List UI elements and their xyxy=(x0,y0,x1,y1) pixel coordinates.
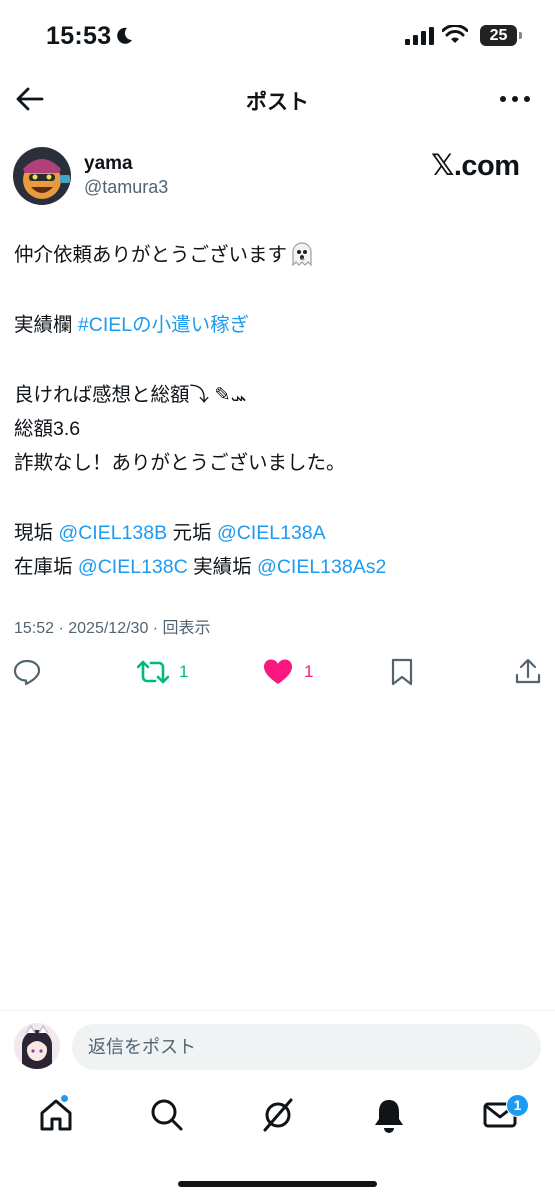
grok-icon[interactable] xyxy=(260,1097,296,1133)
mention-link[interactable]: @CIEL138A xyxy=(217,522,326,544)
hashtag-link[interactable]: #CIELの小遣い稼ぎ xyxy=(78,314,249,336)
post-line-text: 仲介依頼ありがとうございます xyxy=(14,244,288,266)
messages-badge: 1 xyxy=(506,1094,529,1117)
action-bar: 1 1 xyxy=(0,652,555,692)
post-detail-screen: 15:53 25 ポスト yama @tamura3 𝕏.com 仲介依頼ありが… xyxy=(0,0,555,1200)
status-bar: 15:53 25 xyxy=(0,0,555,74)
home-indicator xyxy=(178,1181,377,1187)
retweet-icon[interactable] xyxy=(137,658,169,686)
mention-link[interactable]: @CIEL138As2 xyxy=(257,556,386,578)
more-icon[interactable] xyxy=(498,84,532,114)
post-line: 仲介依頼ありがとうございます xyxy=(14,238,539,272)
nav-header: ポスト xyxy=(0,74,555,124)
like-count: 1 xyxy=(304,662,314,681)
mention-link[interactable]: @CIEL138C xyxy=(78,556,188,578)
xcom-watermark: 𝕏.com xyxy=(431,150,520,182)
post-line: 詐欺なし！ありがとうございました。 xyxy=(14,452,346,474)
page-title: ポスト xyxy=(246,91,309,114)
moon-icon xyxy=(117,27,132,44)
post-line: 実績欄 #CIELの小遣い稼ぎ xyxy=(14,308,539,342)
like-icon[interactable] xyxy=(263,658,293,686)
post-line-text: 実績垢 xyxy=(187,556,258,578)
share-icon[interactable] xyxy=(514,658,542,686)
avatar-image xyxy=(13,147,71,205)
status-time: 15:53 xyxy=(46,22,112,50)
post-line: 総額3.6 xyxy=(14,418,81,440)
home-icon[interactable] xyxy=(38,1097,74,1133)
post-line: 在庫垢 @CIEL138C 実績垢 @CIEL138As2 xyxy=(14,550,539,584)
author-name[interactable]: yama xyxy=(84,153,133,175)
user-avatar[interactable] xyxy=(14,1023,60,1069)
author-avatar[interactable] xyxy=(13,147,71,205)
retweet-count: 1 xyxy=(179,662,189,681)
post-line: 良ければ感想と総額⤵︎ ✎ܚ xyxy=(14,384,247,406)
mention-link[interactable]: @CIEL138B xyxy=(58,522,167,544)
post-line-text: 元垢 xyxy=(167,522,217,544)
bookmark-icon[interactable] xyxy=(390,658,414,686)
ghost-emoji-icon xyxy=(292,242,312,267)
post-line-text: 在庫垢 xyxy=(14,556,78,578)
reply-icon[interactable] xyxy=(13,658,41,686)
post-timestamp: 15:52 · 2025/12/30 · 回表示 xyxy=(14,620,211,637)
post-line: 現垢 @CIEL138B 元垢 @CIEL138A xyxy=(14,516,539,550)
search-icon[interactable] xyxy=(149,1097,185,1133)
reply-input[interactable] xyxy=(72,1024,541,1070)
home-notification-dot xyxy=(60,1094,69,1103)
bell-icon[interactable] xyxy=(371,1097,407,1133)
battery-indicator: 25 xyxy=(480,25,522,46)
author-handle[interactable]: @tamura3 xyxy=(84,177,168,198)
divider xyxy=(0,1010,555,1011)
wifi-icon xyxy=(442,25,468,43)
post-line-text: 現垢 xyxy=(14,522,59,544)
post-text: 仲介依頼ありがとうございます 実績欄 #CIELの小遣い稼ぎ 良ければ感想と総額… xyxy=(14,238,539,584)
post-line-text: 実績欄 xyxy=(14,314,78,336)
signal-icon xyxy=(405,27,434,45)
user-avatar-image xyxy=(14,1023,60,1069)
